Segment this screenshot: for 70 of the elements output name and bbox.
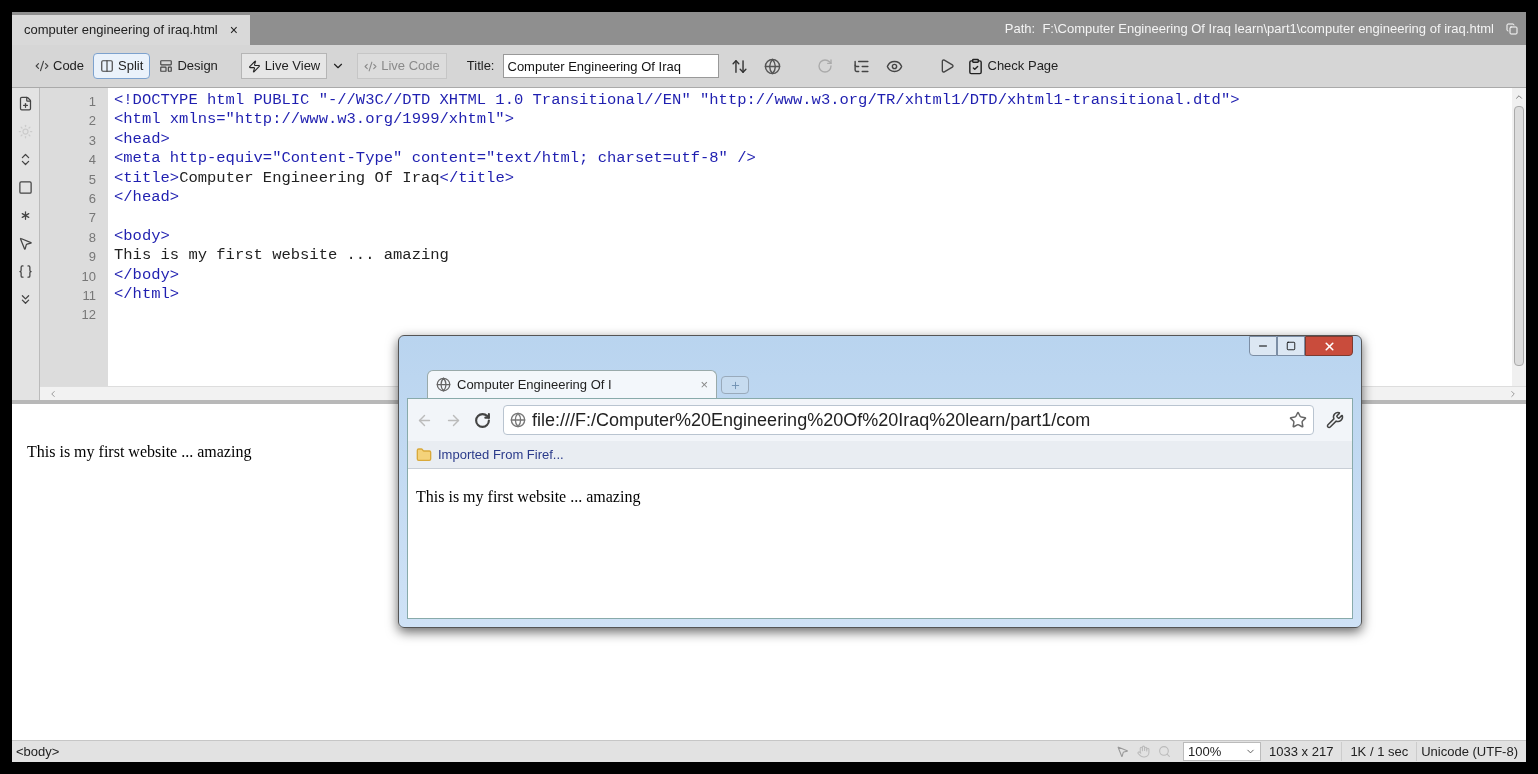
document-tab-label: computer engineering of iraq.html — [24, 21, 218, 40]
globe-icon[interactable] — [763, 57, 781, 75]
close-icon — [1322, 339, 1336, 353]
view-icon — [100, 59, 115, 73]
maximize-icon — [1286, 341, 1296, 351]
line-number: 6 — [88, 190, 96, 209]
line-number: 10 — [81, 267, 96, 286]
line-number: 4 — [88, 151, 96, 170]
globe-icon — [510, 412, 526, 428]
globe-icon — [436, 377, 451, 392]
code-line: <head> — [114, 129, 171, 150]
code-line: <title>Computer Engineering Of Iraq</title> — [114, 168, 515, 188]
line-number: 3 — [88, 131, 96, 150]
encoding: Unicode (UTF-8) — [1416, 741, 1518, 762]
view-button[interactable]: Split — [93, 53, 151, 79]
live-view-button[interactable]: Live View — [240, 53, 328, 79]
address-bar[interactable]: file:///F:/Computer%20Engineering%20Of%20Iraq%20learn/part1/com — [503, 405, 1314, 435]
code-line: </head> — [114, 187, 181, 208]
new-file-icon[interactable] — [18, 96, 33, 111]
code-line: This is my first website ... amazing — [114, 246, 450, 266]
code-line: </body> — [114, 265, 181, 285]
pointer-icon[interactable] — [18, 236, 33, 251]
title-label: Title: — [466, 57, 495, 76]
close-icon[interactable]: × — [229, 19, 238, 41]
design-view-text: This is my first website ... amazing — [27, 442, 252, 463]
line-number: 1 — [88, 93, 96, 111]
url-text: file:///F:/Computer%20Engineering%20Of%20Iraq%20learn/part1/com — [532, 408, 1091, 432]
minimize-button[interactable] — [1249, 336, 1277, 356]
checklist-icon — [966, 57, 984, 75]
code-line: <html xmlns="http://www.w3.org/1999/xhtml"> — [114, 110, 515, 130]
view-icon — [35, 59, 49, 73]
download-time: 1K / 1 sec — [1341, 741, 1409, 762]
vertical-scrollbar[interactable] — [1512, 88, 1526, 386]
view-button[interactable]: Design — [152, 53, 225, 79]
line-number: 2 — [88, 112, 96, 131]
window-size[interactable]: 1033 x 217 — [1269, 741, 1334, 762]
page-text: This is my first website ... amazing — [416, 487, 642, 508]
maximize-button[interactable] — [1277, 336, 1305, 356]
file-path: Path: F:\Computer Engineering Of Iraq learn\part1\computer engineering of iraq.html — [1004, 19, 1494, 38]
file-transfer-icon[interactable] — [730, 57, 748, 75]
code-line: <!DOCTYPE html PUBLIC "-//W3C//DTD XHTML 1.0 Transitional//EN" "http://www.w3.org/TR/xhtml1/DTD/xhtml1-transitional.dtd"> — [114, 91, 1241, 111]
code-icon — [364, 59, 378, 73]
code-line: <meta http-equiv="Content-Type" content="text/html; charset=utf-8" /> — [114, 149, 757, 169]
plus-icon — [729, 379, 741, 391]
braces-icon[interactable] — [18, 264, 33, 279]
zoom-select[interactable]: 100% — [1183, 742, 1262, 761]
bookmark-link[interactable]: Imported From Firef... — [438, 444, 564, 465]
wrench-icon[interactable] — [1326, 411, 1344, 429]
view-icon — [159, 59, 174, 73]
line-number: 7 — [88, 209, 96, 228]
line-number: 11 — [82, 287, 96, 306]
lightning-icon — [247, 59, 261, 73]
line-number: 8 — [88, 228, 96, 247]
bookmark-star-icon[interactable] — [1289, 411, 1307, 429]
line-number: 5 — [88, 170, 96, 189]
code-line: <body> — [114, 226, 171, 247]
restore-icon[interactable] — [1506, 22, 1518, 35]
reload-icon[interactable] — [474, 411, 491, 429]
selection-icon[interactable] — [18, 180, 33, 195]
check-page-button[interactable]: Check Page — [966, 56, 1059, 76]
line-number: 12 — [81, 306, 96, 325]
close-button[interactable] — [1305, 336, 1353, 356]
browser-tab[interactable]: Computer Engineering Of I × — [427, 370, 717, 398]
document-tab[interactable]: computer engineering of iraq.html × — [12, 15, 250, 45]
title-field[interactable]: Computer Engineering Of Iraq — [502, 54, 719, 78]
browser-tab-title: Computer Engineering Of I — [457, 375, 612, 394]
line-number: 9 — [88, 248, 96, 267]
tag-selector[interactable]: <body> — [16, 741, 60, 762]
view-button[interactable]: Code — [28, 53, 92, 79]
code-line: </html> — [114, 284, 181, 305]
